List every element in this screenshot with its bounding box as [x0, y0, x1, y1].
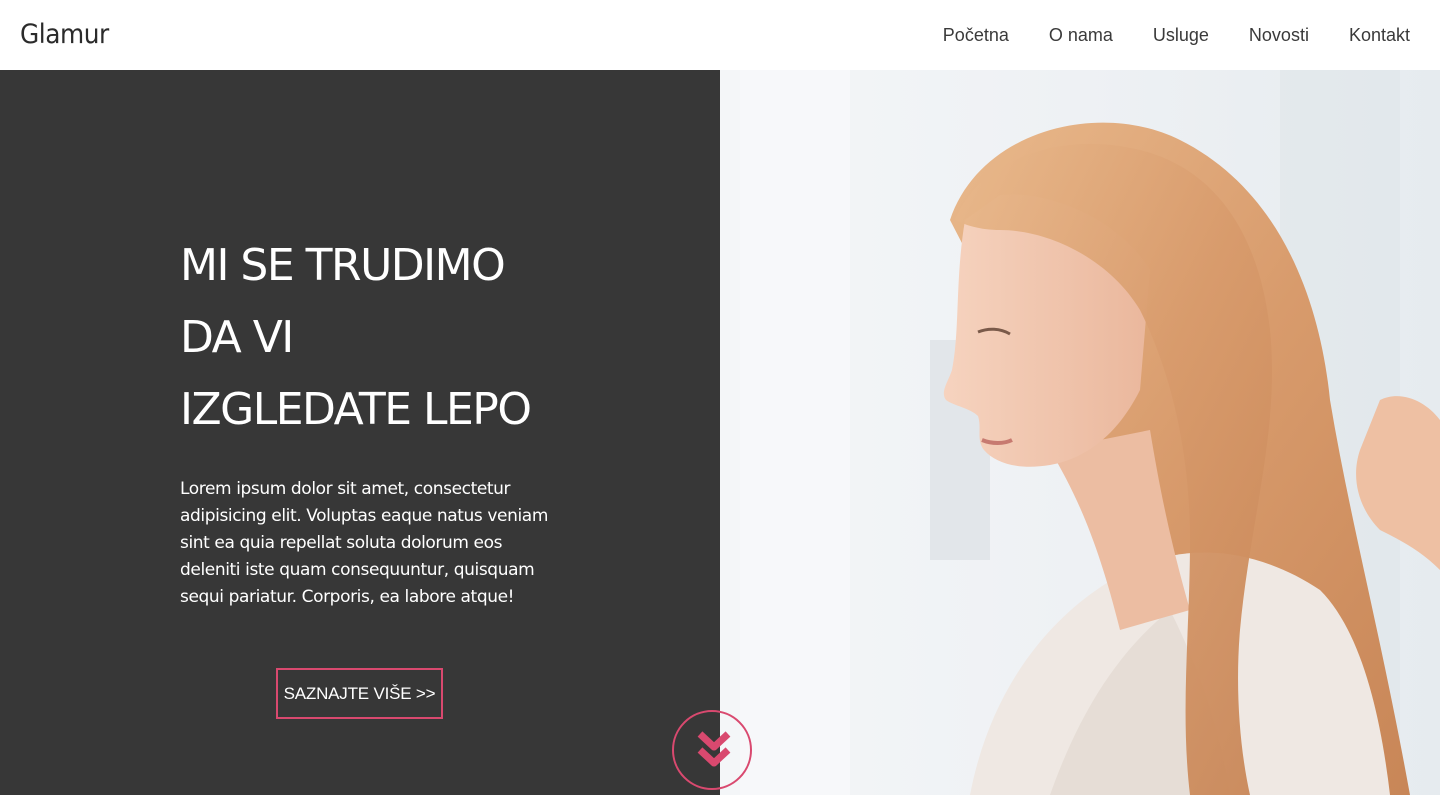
scroll-down-button[interactable]: [672, 710, 752, 790]
nav-item-o-nama[interactable]: O nama: [1049, 22, 1113, 48]
learn-more-button[interactable]: SAZNAJTE VIŠE >>: [276, 668, 443, 719]
nav-item-usluge[interactable]: Usluge: [1153, 22, 1209, 48]
hero-title-line: DA VI: [180, 312, 294, 363]
woman-portrait-image: [720, 70, 1440, 795]
double-chevron-down-icon: [697, 731, 731, 767]
hero-title-line: MI SE TRUDIMO: [180, 240, 506, 291]
navbar: Glamur Početna O nama Usluge Novosti Kon…: [0, 0, 1440, 70]
nav-item-pocetna[interactable]: Početna: [943, 22, 1009, 48]
nav-item-novosti[interactable]: Novosti: [1249, 22, 1309, 48]
hero-description: Lorem ipsum dolor sit amet, consectetur …: [180, 479, 548, 607]
hero-image: [720, 70, 1440, 795]
hero-text-panel: MI SE TRUDIMO DA VI IZGLEDATE LEPO Lorem…: [0, 70, 720, 795]
hero-title: MI SE TRUDIMO DA VI IZGLEDATE LEPO: [180, 230, 640, 446]
logo[interactable]: Glamur: [20, 18, 109, 52]
nav-item-kontakt[interactable]: Kontakt: [1349, 22, 1410, 48]
hero-title-line: IZGLEDATE LEPO: [180, 384, 532, 435]
nav-menu: Početna O nama Usluge Novosti Kontakt: [903, 22, 1410, 48]
